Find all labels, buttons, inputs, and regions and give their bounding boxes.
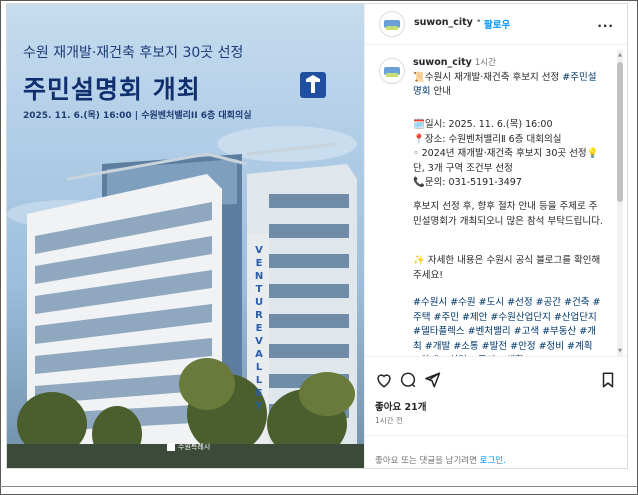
caption-contact: 📞문의: 031-5191-3497 [413, 177, 522, 188]
post-image[interactable]: 수원 재개발·재건축 후보지 30곳 선정 주민설명회 개최 2025. 11.… [7, 4, 364, 468]
follow-button[interactable]: 팔로우 [484, 17, 510, 31]
scroll-down-icon[interactable]: ▼ [617, 348, 623, 354]
caption-note: ◦ 2024년 재개발·재건축 후보지 30곳 선정💡단, 3개 구역 조건부 … [413, 148, 599, 174]
login-link[interactable]: 로그인. [480, 456, 506, 466]
footer-logo-text: 수원특례시 [178, 443, 211, 451]
post-side-panel: suwon_city • 팔로우 ... suwon_city 1시간 📜수원시… [364, 4, 627, 468]
caption-more-info: ✨ 자세한 내용은 수원시 공식 블로그를 확인해 주세요! [413, 255, 601, 281]
likes-count[interactable]: 좋아요 21개 [375, 399, 427, 413]
post-time-ago[interactable]: 1시간 전 [375, 415, 403, 426]
header-separator: • [476, 17, 482, 27]
suwon-city-logo-icon [300, 72, 326, 98]
building-sign: VENTURE VALLEY [254, 245, 264, 412]
caption-body: 후보지 선정 후, 향후 절차 안내 등을 주제로 주민설명회가 개최되오니 많… [413, 201, 603, 227]
caption-line1-suffix: 안내 [430, 86, 451, 97]
caption-avatar[interactable] [379, 58, 405, 84]
comment-prompt-text: 좋아요 또는 댓글을 남기려면 [375, 456, 480, 466]
instagram-post-card: 수원 재개발·재건축 후보지 30곳 선정 주민설명회 개최 2025. 11.… [6, 3, 628, 469]
more-options-icon[interactable]: ... [597, 16, 614, 30]
like-heart-icon[interactable] [375, 371, 393, 389]
caption-first-block: suwon_city 1시간 📜수원시 재개발·재건축 후보지 선정 #주민설명… [413, 56, 603, 100]
post-header: suwon_city • 팔로우 ... [365, 4, 627, 45]
share-icon[interactable] [423, 371, 441, 389]
scroll-up-icon[interactable]: ▲ [617, 52, 623, 58]
avatar[interactable] [379, 11, 405, 37]
caption-scroll-thumb[interactable] [617, 62, 623, 202]
image-dateline: 2025. 11. 6.(목) 16:00 | 수원벤처밸리II 6층 대회의실 [23, 111, 252, 121]
image-headline: 수원 재개발·재건축 후보지 30곳 선정 [23, 45, 244, 61]
caption-scroll-area[interactable]: suwon_city 1시간 📜수원시 재개발·재건축 후보지 선정 #주민설명… [365, 50, 615, 356]
comment-icon[interactable] [399, 371, 417, 389]
caption-place: 📍장소: 수원벤처밸리Ⅱ 6층 대회의실 [413, 133, 562, 145]
image-title: 주민설명회 개최 [23, 75, 201, 104]
footer-logo: 수원특례시 [167, 442, 210, 452]
caption-date: 🗓️일시: 2025. 11. 6.(목) 16:00 [413, 119, 553, 130]
caption-line1: 📜수원시 재개발·재건축 후보지 선정 [413, 71, 563, 83]
caption-username[interactable]: suwon_city [413, 57, 472, 68]
post-actions: 좋아요 21개 1시간 전 좋아요 또는 댓글을 남기려면 로그인. [365, 356, 627, 468]
comment-prompt: 좋아요 또는 댓글을 남기려면 로그인. [365, 435, 627, 468]
save-bookmark-icon[interactable] [599, 371, 617, 389]
divider [0, 486, 638, 487]
footer-logo-mark-icon [167, 443, 175, 451]
caption-details: 🗓️일시: 2025. 11. 6.(목) 16:00 📍장소: 수원벤처밸리Ⅱ… [413, 118, 603, 191]
caption-hashtags[interactable]: #수원시 #수원 #도시 #선정 #공간 #건축 #주택 #주민 #제안 #수원… [413, 296, 603, 356]
header-username[interactable]: suwon_city [414, 17, 473, 28]
caption-time: 1시간 [474, 58, 496, 68]
